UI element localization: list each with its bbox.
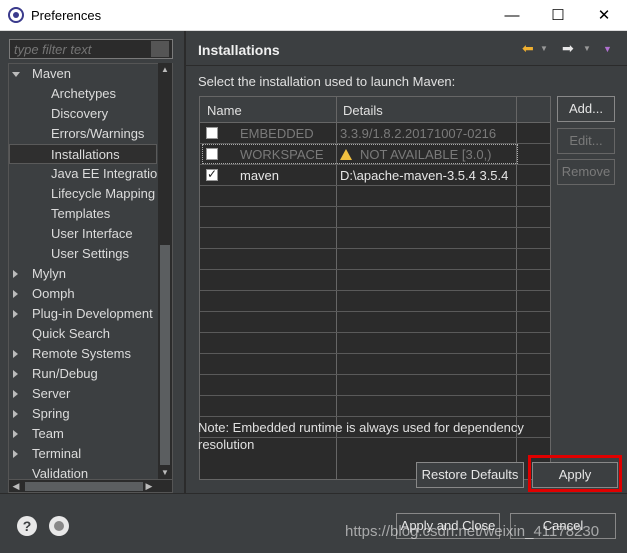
collapsed-arrow-icon[interactable]	[13, 310, 18, 318]
tree-item-validation[interactable]: Validation	[9, 464, 159, 479]
preferences-tree: Maven Archetypes Discovery Errors/Warnin…	[8, 63, 173, 480]
collapsed-arrow-icon[interactable]	[13, 370, 18, 378]
table-row-empty	[200, 186, 550, 207]
view-menu-icon[interactable]: ▼	[603, 44, 612, 54]
collapsed-arrow-icon[interactable]	[13, 270, 18, 278]
clear-filter-icon[interactable]	[151, 41, 169, 57]
add-button[interactable]: Add...	[557, 96, 615, 122]
scrollbar-thumb[interactable]	[160, 245, 170, 465]
collapsed-arrow-icon[interactable]	[13, 430, 18, 438]
page-header: Installations ⬅ ▼ ➡ ▼ ▼	[186, 32, 627, 66]
remove-button[interactable]: Remove	[557, 159, 615, 185]
column-header-details[interactable]: Details	[343, 103, 383, 118]
table-row-empty	[200, 375, 550, 396]
checkbox[interactable]	[206, 127, 218, 139]
table-row-empty	[200, 207, 550, 228]
installation-name: EMBEDDED	[240, 126, 314, 141]
tree-item-run-debug[interactable]: Run/Debug	[9, 364, 159, 384]
collapsed-arrow-icon[interactable]	[13, 390, 18, 398]
collapsed-arrow-icon[interactable]	[13, 290, 18, 298]
tree-item-maven[interactable]: Maven	[9, 64, 159, 84]
maximize-button[interactable]: ☐	[535, 0, 581, 31]
expanded-arrow-icon[interactable]	[12, 72, 20, 77]
tree-item-team[interactable]: Team	[9, 424, 159, 444]
table-row-empty	[200, 333, 550, 354]
tree-item-quick-search[interactable]: Quick Search	[9, 324, 159, 344]
record-preferences-icon[interactable]	[49, 516, 69, 536]
window-title: Preferences	[31, 8, 102, 23]
tree-horizontal-scrollbar[interactable]: ◀ ▶	[8, 479, 173, 493]
apply-highlight-box	[528, 455, 622, 492]
scroll-right-icon[interactable]: ▶	[142, 480, 156, 492]
filter-input[interactable]	[9, 39, 173, 59]
page-title: Installations	[198, 42, 280, 58]
tree-item-terminal[interactable]: Terminal	[9, 444, 159, 464]
focus-outline	[202, 144, 518, 164]
collapsed-arrow-icon[interactable]	[13, 410, 18, 418]
tree-item-mylyn[interactable]: Mylyn	[9, 264, 159, 284]
collapsed-arrow-icon[interactable]	[13, 450, 18, 458]
collapsed-arrow-icon[interactable]	[13, 350, 18, 358]
forward-menu-chevron-icon[interactable]: ▼	[583, 44, 591, 53]
tree-item-installations[interactable]: Installations	[9, 144, 157, 164]
tree-item-oomph[interactable]: Oomph	[9, 284, 159, 304]
scroll-up-icon[interactable]: ▲	[160, 63, 170, 77]
restore-defaults-button[interactable]: Restore Defaults	[416, 462, 524, 488]
watermark: https://blog.csdn.net/weixin_41178230	[345, 523, 600, 540]
title-bar: Preferences — ☐ ✕	[0, 0, 627, 31]
tree-item-user-interface[interactable]: User Interface	[51, 224, 133, 244]
table-row-empty	[200, 270, 550, 291]
forward-arrow-icon[interactable]: ➡	[562, 40, 574, 57]
table-row-embedded[interactable]: EMBEDDED 3.3.9/1.8.2.20171007-0216	[200, 123, 550, 144]
installation-details: 3.3.9/1.8.2.20171007-0216	[340, 126, 497, 141]
table-row-empty	[200, 249, 550, 270]
eclipse-app-icon	[8, 7, 24, 23]
tree-item-user-settings[interactable]: User Settings	[51, 244, 129, 264]
back-arrow-icon[interactable]: ⬅	[522, 40, 534, 57]
tree-item-plugin-development[interactable]: Plug-in Development	[9, 304, 159, 324]
tree-item-archetypes[interactable]: Archetypes	[51, 84, 116, 104]
tree-item-lifecycle-mapping[interactable]: Lifecycle Mapping	[51, 184, 155, 204]
scrollbar-thumb[interactable]	[25, 482, 143, 491]
table-row-empty	[200, 291, 550, 312]
tree-item-server[interactable]: Server	[9, 384, 159, 404]
table-row-empty	[200, 228, 550, 249]
tree-vertical-scrollbar[interactable]: ▲ ▼	[158, 63, 172, 480]
minimize-button[interactable]: —	[489, 0, 535, 31]
edit-button[interactable]: Edit...	[557, 128, 615, 154]
tree-item-java-ee-integration[interactable]: Java EE Integration	[51, 164, 164, 184]
installation-prompt: Select the installation used to launch M…	[198, 74, 456, 89]
scroll-left-icon[interactable]: ◀	[9, 480, 23, 492]
installation-details: D:\apache-maven-3.5.4 3.5.4	[340, 168, 509, 183]
tree-item-spring[interactable]: Spring	[9, 404, 159, 424]
table-row-empty	[200, 312, 550, 333]
column-header-name[interactable]: Name	[207, 103, 242, 118]
table-row-empty	[200, 396, 550, 417]
back-menu-chevron-icon[interactable]: ▼	[540, 44, 548, 53]
dependency-note: Note: Embedded runtime is always used fo…	[198, 420, 524, 452]
table-header: Name Details	[200, 97, 550, 123]
table-row-empty	[200, 354, 550, 375]
installation-name: maven	[240, 168, 280, 183]
tree-item-remote-systems[interactable]: Remote Systems	[9, 344, 159, 364]
help-icon[interactable]: ?	[17, 516, 37, 536]
tree-item-errors-warnings[interactable]: Errors/Warnings	[51, 124, 144, 144]
tree-item-discovery[interactable]: Discovery	[51, 104, 108, 124]
tree-item-templates[interactable]: Templates	[51, 204, 110, 224]
installations-page: Select the installation used to launch M…	[186, 67, 627, 493]
checkbox-checked[interactable]	[206, 167, 218, 181]
table-row-maven[interactable]: maven D:\apache-maven-3.5.4 3.5.4	[200, 165, 550, 186]
close-button[interactable]: ✕	[581, 0, 627, 31]
scroll-down-icon[interactable]: ▼	[160, 466, 170, 480]
